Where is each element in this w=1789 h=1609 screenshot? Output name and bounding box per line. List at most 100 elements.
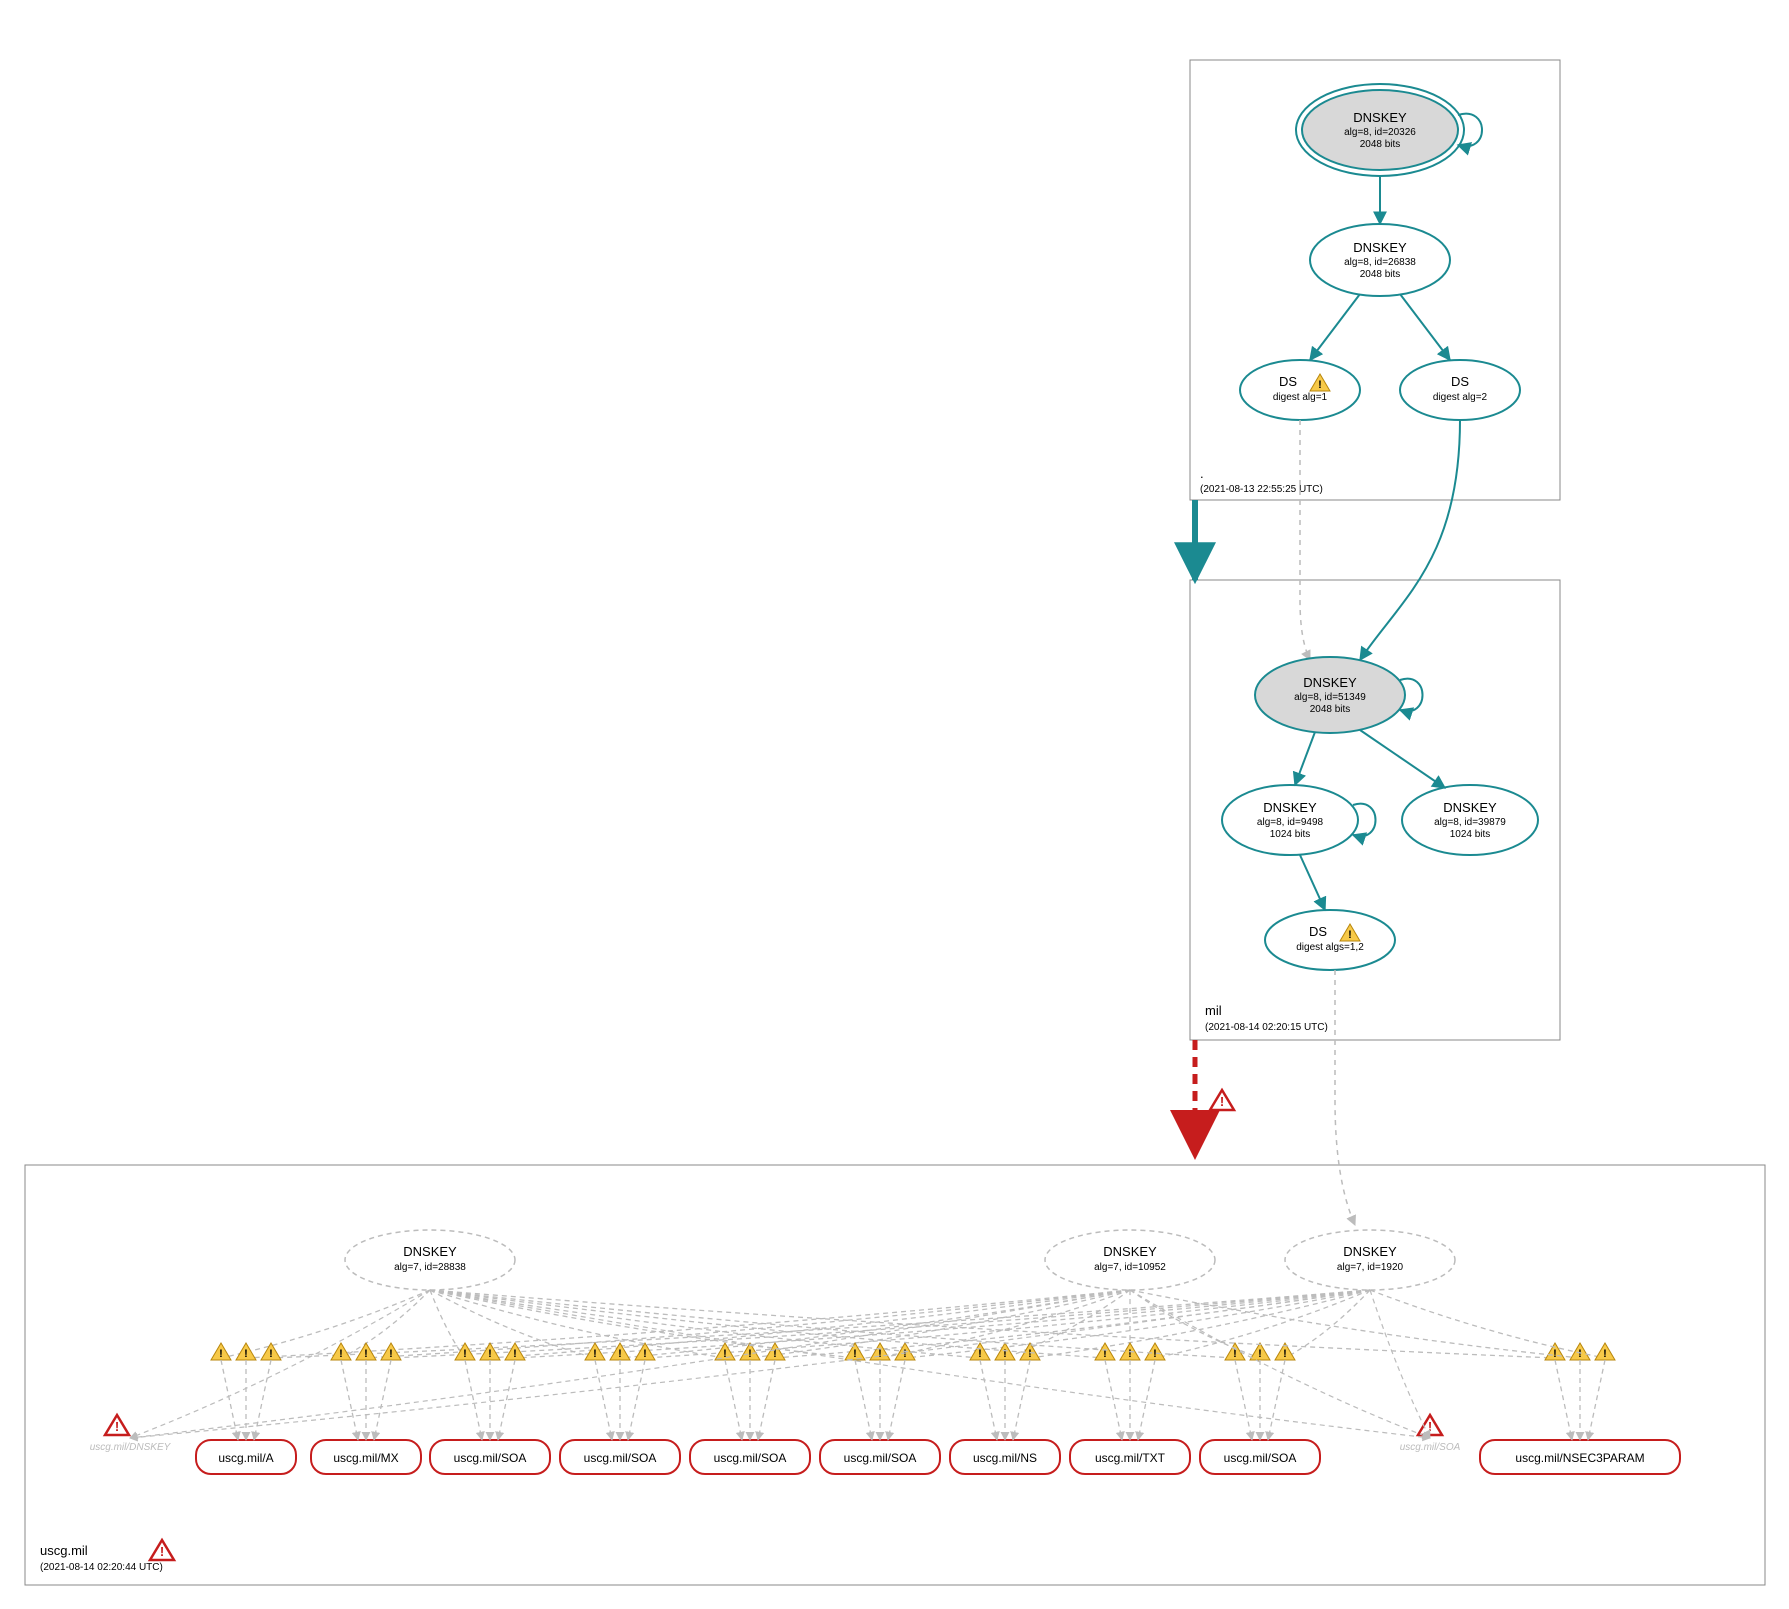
warning-icon: ! (1250, 1343, 1270, 1360)
rrset-label: uscg.mil/SOA (714, 1451, 787, 1465)
rrset-node[interactable]: uscg.mil/MX (311, 1440, 421, 1474)
svg-text:alg=8, id=51349: alg=8, id=51349 (1294, 692, 1366, 703)
rrset-node[interactable]: uscg.mil/NSEC3PARAM (1480, 1440, 1680, 1474)
svg-text:alg=8, id=9498: alg=8, id=9498 (1257, 817, 1324, 828)
svg-text:DNSKEY: DNSKEY (1303, 675, 1357, 690)
rrset-node[interactable]: uscg.mil/A (196, 1440, 296, 1474)
rrset-node[interactable]: uscg.mil/SOA (560, 1440, 680, 1474)
rrset-label: uscg.mil/NS (973, 1451, 1037, 1465)
svg-text:!: ! (244, 1348, 248, 1360)
rrset-node[interactable]: uscg.mil/NS (950, 1440, 1060, 1474)
rrset-label: uscg.mil/SOA (584, 1451, 657, 1465)
rrset-node[interactable]: uscg.mil/TXT (1070, 1440, 1190, 1474)
svg-text:DNSKEY: DNSKEY (1103, 1244, 1157, 1259)
svg-text:!: ! (593, 1348, 597, 1360)
mil-ksk-node[interactable]: DNSKEY alg=8, id=51349 2048 bits (1255, 657, 1405, 733)
svg-text:digest alg=2: digest alg=2 (1433, 392, 1488, 403)
svg-text:DS: DS (1309, 924, 1327, 939)
ghost-soa: uscg.mil/SOA (1400, 1442, 1461, 1453)
svg-text:!: ! (723, 1348, 727, 1360)
rrset-node[interactable]: uscg.mil/SOA (430, 1440, 550, 1474)
warning-icon: ! (480, 1343, 500, 1360)
svg-text:alg=8, id=26838: alg=8, id=26838 (1344, 257, 1416, 268)
svg-text:!: ! (269, 1348, 273, 1360)
svg-text:DNSKEY: DNSKEY (1263, 800, 1317, 815)
zone-mil-time: (2021-08-14 02:20:15 UTC) (1205, 1022, 1328, 1033)
svg-text:!: ! (748, 1348, 752, 1360)
rrset-label: uscg.mil/SOA (844, 1451, 917, 1465)
error-icon: ! (105, 1415, 129, 1435)
uscg-key3-node[interactable]: DNSKEY alg=7, id=1920 (1285, 1230, 1455, 1290)
zone-mil-label: mil (1205, 1003, 1222, 1018)
svg-text:!: ! (643, 1348, 647, 1360)
svg-text:!: ! (219, 1348, 223, 1360)
svg-text:alg=8, id=39879: alg=8, id=39879 (1434, 817, 1506, 828)
svg-text:!: ! (115, 1419, 119, 1434)
root-ksk-node[interactable]: DNSKEY alg=8, id=20326 2048 bits (1296, 84, 1464, 176)
uscg-key2-node[interactable]: DNSKEY alg=7, id=10952 (1045, 1230, 1215, 1290)
svg-text:!: ! (389, 1348, 393, 1360)
rrset-node[interactable]: uscg.mil/SOA (690, 1440, 810, 1474)
svg-text:2048 bits: 2048 bits (1310, 704, 1351, 715)
warning-icon: ! (1595, 1343, 1615, 1360)
svg-text:!: ! (1153, 1348, 1157, 1360)
svg-text:DNSKEY: DNSKEY (403, 1244, 457, 1259)
rrset-node[interactable]: uscg.mil/SOA (1200, 1440, 1320, 1474)
svg-text:!: ! (364, 1348, 368, 1360)
ghost-dnskey: uscg.mil/DNSKEY (90, 1442, 172, 1453)
root-ds2-node[interactable]: DS digest alg=2 (1400, 360, 1520, 420)
svg-text:DNSKEY: DNSKEY (1353, 110, 1407, 125)
warning-icon: ! (331, 1343, 351, 1360)
svg-text:!: ! (488, 1348, 492, 1360)
svg-text:!: ! (878, 1348, 882, 1360)
svg-text:1024 bits: 1024 bits (1450, 829, 1491, 840)
warning-icon: ! (236, 1343, 256, 1360)
svg-text:digest alg=1: digest alg=1 (1273, 392, 1328, 403)
svg-text:digest algs=1,2: digest algs=1,2 (1296, 942, 1364, 953)
root-zsk-node[interactable]: DNSKEY alg=8, id=26838 2048 bits (1310, 224, 1450, 296)
warning-icon: ! (211, 1343, 231, 1360)
svg-text:!: ! (853, 1348, 857, 1360)
mil-zsk1-node[interactable]: DNSKEY alg=8, id=9498 1024 bits (1222, 785, 1358, 855)
svg-text:!: ! (903, 1348, 907, 1360)
rrset-label: uscg.mil/TXT (1095, 1451, 1166, 1465)
warning-icon: ! (765, 1343, 785, 1360)
svg-text:!: ! (1028, 1348, 1032, 1360)
svg-text:!: ! (339, 1348, 343, 1360)
warning-icon: ! (1545, 1343, 1565, 1360)
zone-root-time: (2021-08-13 22:55:25 UTC) (1200, 484, 1323, 495)
svg-text:mil: mil (1205, 1003, 1222, 1018)
svg-text:!: ! (618, 1348, 622, 1360)
svg-text:!: ! (513, 1348, 517, 1360)
svg-text:DNSKEY: DNSKEY (1343, 1244, 1397, 1259)
svg-text:uscg.mil: uscg.mil (40, 1543, 88, 1558)
root-ds1-node[interactable]: DS digest alg=1 ! (1240, 360, 1360, 420)
svg-text:!: ! (463, 1348, 467, 1360)
zone-uscg-label: uscg.mil (40, 1543, 88, 1558)
zone-root-label: . (1200, 466, 1204, 481)
svg-text:!: ! (1283, 1348, 1287, 1360)
svg-text:2048 bits: 2048 bits (1360, 139, 1401, 150)
rrset-label: uscg.mil/SOA (454, 1451, 527, 1465)
error-icon: ! (1210, 1090, 1234, 1110)
warning-icon: ! (970, 1343, 990, 1360)
mil-ds-node[interactable]: DS digest algs=1,2 ! (1265, 910, 1395, 970)
svg-text:.: . (1200, 466, 1204, 481)
svg-text:DS: DS (1279, 374, 1297, 389)
uscg-key1-node[interactable]: DNSKEY alg=7, id=28838 (345, 1230, 515, 1290)
svg-text:!: ! (160, 1544, 164, 1559)
rrset-label: uscg.mil/NSEC3PARAM (1515, 1451, 1644, 1465)
svg-text:alg=8, id=20326: alg=8, id=20326 (1344, 127, 1416, 138)
rrset-node[interactable]: uscg.mil/SOA (820, 1440, 940, 1474)
rrset-label: uscg.mil/MX (333, 1451, 398, 1465)
svg-text:!: ! (1553, 1348, 1557, 1360)
warning-icon: ! (381, 1343, 401, 1360)
rrset-label: uscg.mil/A (218, 1451, 273, 1465)
error-icon: ! (1418, 1415, 1442, 1435)
rrset-label: uscg.mil/SOA (1224, 1451, 1297, 1465)
mil-zsk2-node[interactable]: DNSKEY alg=8, id=39879 1024 bits (1402, 785, 1538, 855)
warning-icon: ! (1145, 1343, 1165, 1360)
svg-text:!: ! (1603, 1348, 1607, 1360)
svg-text:(2021-08-14 02:20:15 UTC): (2021-08-14 02:20:15 UTC) (1205, 1022, 1328, 1033)
error-icon: ! (150, 1540, 174, 1560)
